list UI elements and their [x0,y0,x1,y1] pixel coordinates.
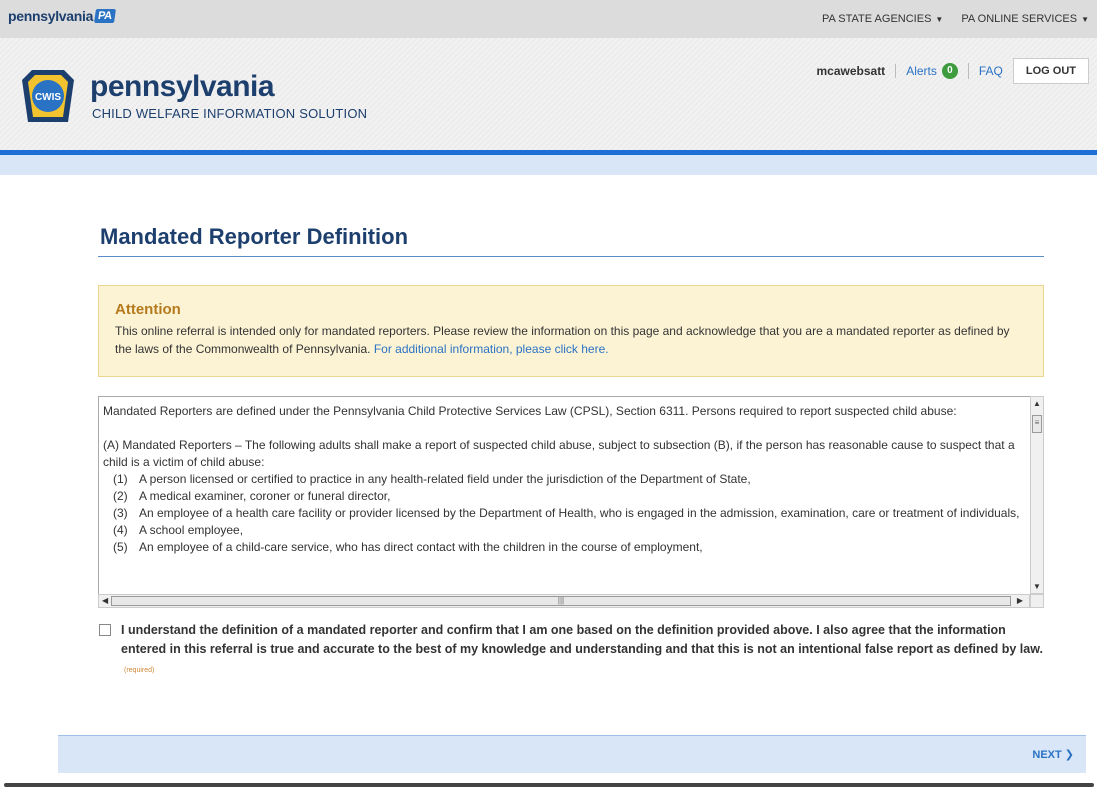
list-item: (1) A person licensed or certified to pra… [113,472,751,486]
caret-down-icon: ▼ [935,15,944,24]
definition-textarea[interactable]: Mandated Reporters are defined under the… [98,396,1030,594]
faq-link[interactable]: FAQ [969,64,1013,78]
required-marker: (required) [124,667,155,674]
keystone-logo-icon: CWIS [22,70,74,122]
confirm-label[interactable]: I understand the definition of a mandate… [121,621,1049,680]
list-item: (2) A medical examiner, coroner or funera… [113,489,391,503]
vertical-scrollbar[interactable]: ▲ ≡ ▼ [1030,396,1044,594]
pa-logo[interactable]: pennsylvania PA [8,8,116,24]
pa-logo-text: pennsylvania [8,8,94,24]
additional-info-link[interactable]: For additional information, please click… [374,342,609,356]
chevron-right-icon: ❯ [1064,749,1074,761]
scroll-up-icon[interactable]: ▲ [1033,399,1041,408]
pa-logo-badge: PA [94,9,116,23]
header-band [0,155,1097,175]
footer-bar: NEXT ❯ [58,735,1086,773]
list-item: (4) A school employee, [113,523,244,537]
title-divider [98,256,1044,257]
bottom-shadow [4,783,1094,787]
confirm-row: I understand the definition of a mandate… [99,621,1049,680]
attention-heading: Attention [115,301,181,318]
scroll-left-icon[interactable]: ◀ [102,596,108,605]
scrollbar-corner [1030,594,1044,608]
definition-section-a: (A) Mandated Reporters – The following a… [103,438,1015,469]
list-item: (5) An employee of a child-care service, … [113,540,703,554]
list-item: (3) An employee of a health care facility… [113,506,1020,520]
site-header: CWIS pennsylvania CHILD WELFARE INFORMAT… [0,38,1097,150]
brand-subtitle: CHILD WELFARE INFORMATION SOLUTION [92,106,368,121]
username: mcawebsatt [816,64,897,78]
online-services-menu[interactable]: PA ONLINE SERVICES ▼ [961,13,1089,25]
svg-text:CWIS: CWIS [35,92,61,103]
alerts-link[interactable]: Alerts 0 [896,63,969,79]
definition-intro: Mandated Reporters are defined under the… [103,404,957,418]
caret-down-icon: ▼ [1081,15,1089,24]
user-area: mcawebsatt Alerts 0 FAQ LOG OUT [816,58,1089,84]
state-menu: PA STATE AGENCIES ▼ PA ONLINE SERVICES ▼ [822,13,1089,25]
state-agencies-menu[interactable]: PA STATE AGENCIES ▼ [822,13,943,25]
attention-alert: Attention This online referral is intend… [98,285,1044,377]
scroll-down-icon[interactable]: ▼ [1033,582,1041,591]
logout-button[interactable]: LOG OUT [1012,58,1089,84]
scroll-right-icon[interactable]: ▶ [1017,596,1023,605]
page-title: Mandated Reporter Definition [100,224,409,249]
alerts-count-badge: 0 [941,63,958,79]
state-bar: pennsylvania PA PA STATE AGENCIES ▼ PA ON… [0,0,1097,38]
attention-body: This online referral is intended only fo… [115,324,1010,356]
scroll-thumb[interactable]: ||| [111,596,1011,606]
confirm-checkbox[interactable] [99,624,111,636]
scroll-thumb[interactable]: ≡ [1032,415,1042,433]
brand-title: pennsylvania [90,70,275,103]
next-button[interactable]: NEXT ❯ [1032,748,1074,761]
horizontal-scrollbar[interactable]: ◀ ||| ▶ [98,594,1030,608]
